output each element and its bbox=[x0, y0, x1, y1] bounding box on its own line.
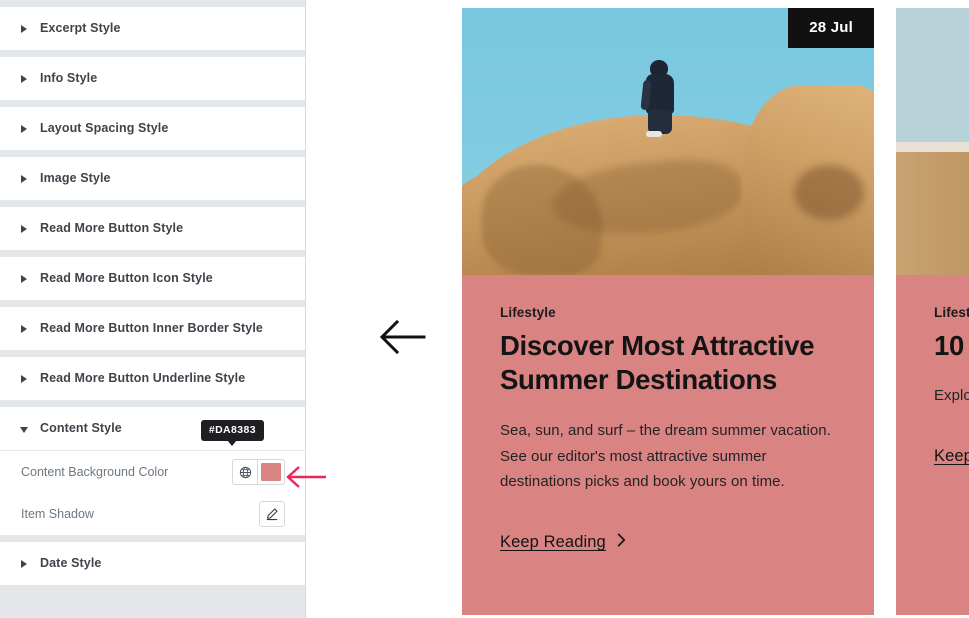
post-card[interactable]: 28 Jul Lifestyle Discover Most Attractiv… bbox=[462, 8, 874, 618]
card-headline: 10 Delightful Decor Ideas bbox=[934, 330, 969, 361]
content-background-color-control bbox=[232, 459, 285, 485]
sidebar-gap bbox=[0, 200, 306, 207]
section-label: Read More Button Icon Style bbox=[40, 271, 213, 286]
globe-icon[interactable] bbox=[233, 460, 258, 484]
section-header[interactable]: Read More Button Underline Style bbox=[0, 357, 306, 400]
card-headline: Discover Most Attractive Summer Destinat… bbox=[500, 330, 815, 396]
sidebar-gap bbox=[0, 535, 306, 542]
read-more-link[interactable]: Keep Reading bbox=[500, 533, 626, 552]
section-header[interactable]: Read More Button Inner Border Style bbox=[0, 307, 306, 350]
section-label: Content Style bbox=[40, 421, 122, 436]
color-swatch-button[interactable] bbox=[258, 460, 284, 484]
sidebar-section-read-more-button-style[interactable]: Read More Button Style bbox=[0, 207, 306, 250]
section-label: Layout Spacing Style bbox=[40, 121, 169, 136]
room-photo bbox=[896, 8, 969, 275]
card-category: Lifestyle bbox=[934, 305, 969, 320]
color-swatch bbox=[261, 463, 281, 481]
app-root: Excerpt Style Info Style Layout Spacing … bbox=[0, 0, 969, 618]
chevron-right-icon bbox=[21, 559, 27, 568]
style-settings-sidebar: Excerpt Style Info Style Layout Spacing … bbox=[0, 0, 306, 618]
card-excerpt: Sea, sun, and surf – the dream summer va… bbox=[500, 421, 831, 491]
sidebar-section-date-style[interactable]: Date Style bbox=[0, 542, 306, 585]
sidebar-gap bbox=[0, 250, 306, 257]
sidebar-gap bbox=[0, 50, 306, 57]
pencil-icon[interactable] bbox=[259, 501, 285, 527]
chevron-right-icon bbox=[21, 224, 27, 233]
chevron-right-icon bbox=[21, 124, 27, 133]
section-label: Date Style bbox=[40, 556, 102, 571]
card-category: Lifestyle bbox=[500, 305, 556, 320]
section-header[interactable]: Excerpt Style bbox=[0, 7, 306, 50]
chevron-right-icon bbox=[21, 74, 27, 83]
card-content: Lifestyle 10 Delightful Decor Ideas Expl… bbox=[896, 275, 969, 615]
sidebar-gap bbox=[0, 300, 306, 307]
sidebar-section-image-style[interactable]: Image Style bbox=[0, 157, 306, 200]
item-shadow-control bbox=[259, 501, 285, 527]
sidebar-section-read-more-button-inner-border-style[interactable]: Read More Button Inner Border Style bbox=[0, 307, 306, 350]
section-header[interactable]: Date Style bbox=[0, 542, 306, 585]
section-label: Info Style bbox=[40, 71, 98, 86]
color-picker[interactable] bbox=[232, 459, 285, 485]
item-shadow-label: Item Shadow bbox=[21, 506, 94, 521]
chevron-right-icon bbox=[21, 174, 27, 183]
sidebar-section-content-style[interactable]: Content Style Content Background Color #… bbox=[0, 407, 306, 535]
sidebar-gap bbox=[0, 0, 306, 7]
chevron-right-icon bbox=[21, 374, 27, 383]
card-image: 28 Jul bbox=[462, 8, 874, 275]
sidebar-section-read-more-button-icon-style[interactable]: Read More Button Icon Style bbox=[0, 257, 306, 300]
preview-canvas: 28 Jul Lifestyle Discover Most Attractiv… bbox=[307, 0, 969, 618]
section-header[interactable]: Read More Button Icon Style bbox=[0, 257, 306, 300]
content-background-color-label: Content Background Color bbox=[21, 464, 169, 479]
sidebar-section-excerpt-style[interactable]: Excerpt Style bbox=[0, 7, 306, 50]
section-header[interactable]: Content Style bbox=[0, 407, 306, 450]
sidebar-gap bbox=[0, 400, 306, 407]
card-excerpt: Explore our room decor ideas for your co… bbox=[934, 387, 969, 405]
card-content: Lifestyle Discover Most Attractive Summe… bbox=[462, 275, 874, 615]
date-badge: 28 Jul bbox=[788, 8, 874, 48]
sidebar-section-read-more-button-underline-style[interactable]: Read More Button Underline Style bbox=[0, 357, 306, 400]
sidebar-section-info-style[interactable]: Info Style bbox=[0, 57, 306, 100]
section-label: Read More Button Underline Style bbox=[40, 371, 246, 386]
rock-photo bbox=[462, 8, 874, 275]
card-image bbox=[896, 8, 969, 275]
sidebar-gap bbox=[0, 100, 306, 107]
read-more-label: Keep Reading bbox=[934, 447, 969, 466]
read-more-label: Keep Reading bbox=[500, 533, 606, 552]
section-label: Excerpt Style bbox=[40, 21, 121, 36]
section-label: Read More Button Style bbox=[40, 221, 184, 236]
sidebar-gap bbox=[0, 350, 306, 357]
post-card[interactable]: Lifestyle 10 Delightful Decor Ideas Expl… bbox=[896, 8, 969, 618]
content-style-body: Content Background Color #DA8383 Item Sh… bbox=[0, 420, 306, 535]
chevron-right-icon bbox=[617, 533, 626, 552]
item-shadow-row: Item Shadow bbox=[21, 493, 285, 535]
section-header[interactable]: Info Style bbox=[0, 57, 306, 100]
section-label: Image Style bbox=[40, 171, 111, 186]
section-header[interactable]: Image Style bbox=[0, 157, 306, 200]
chevron-right-icon bbox=[21, 24, 27, 33]
sidebar-gap bbox=[0, 150, 306, 157]
person-figure bbox=[640, 60, 684, 138]
chevron-right-icon bbox=[21, 324, 27, 333]
content-background-color-row: Content Background Color #DA8383 bbox=[21, 420, 285, 493]
chevron-right-icon bbox=[21, 274, 27, 283]
sidebar-section-layout-spacing-style[interactable]: Layout Spacing Style bbox=[0, 107, 306, 150]
read-more-link[interactable]: Keep Reading bbox=[934, 447, 969, 466]
section-header[interactable]: Read More Button Style bbox=[0, 207, 306, 250]
sidebar-gap bbox=[0, 585, 306, 592]
chevron-down-icon bbox=[20, 426, 28, 433]
section-label: Read More Button Inner Border Style bbox=[40, 321, 263, 336]
section-header[interactable]: Layout Spacing Style bbox=[0, 107, 306, 150]
